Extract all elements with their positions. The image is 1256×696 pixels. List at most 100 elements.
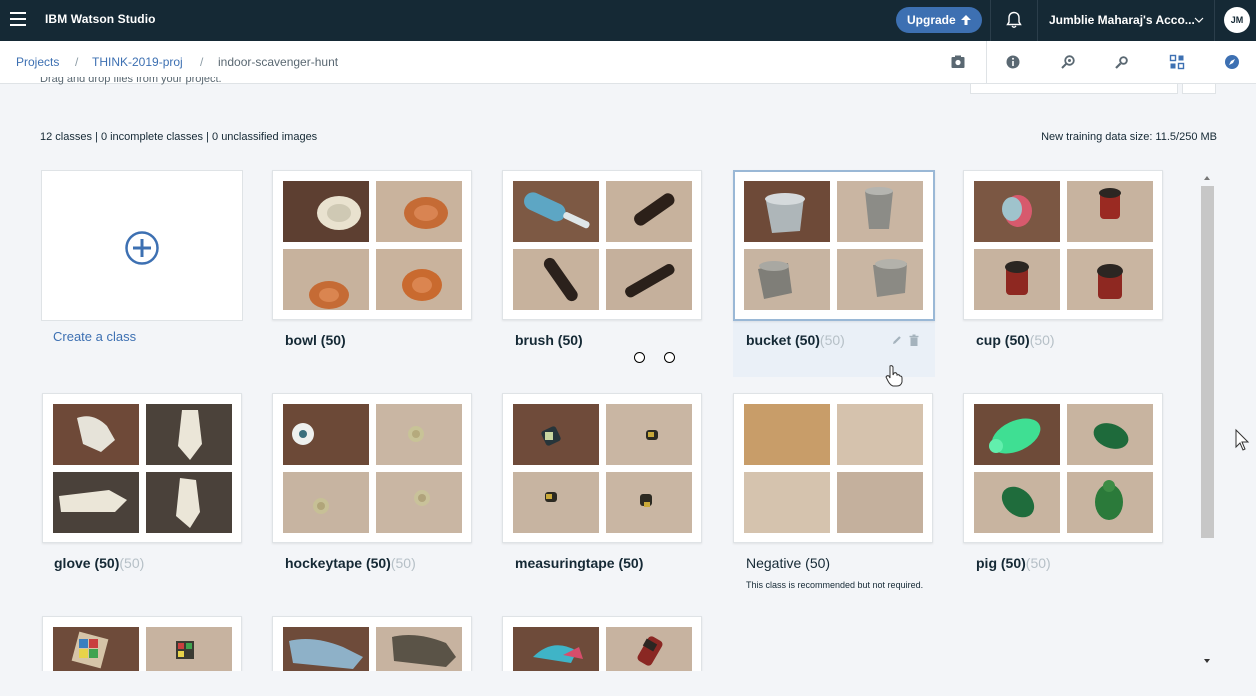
create-class-card[interactable] xyxy=(41,170,243,321)
class-card-measuringtape[interactable] xyxy=(502,393,702,543)
upgrade-button[interactable]: Upgrade xyxy=(896,7,982,33)
class-label-measuringtape[interactable]: measuringtape (50) xyxy=(515,555,643,571)
thumbnail xyxy=(146,472,232,533)
breadcrumb-project[interactable]: THINK-2019-proj xyxy=(92,55,183,69)
thumbnail xyxy=(606,249,692,310)
delete-icon[interactable] xyxy=(908,334,920,347)
breadcrumb-current: indoor-scavenger-hunt xyxy=(218,55,339,69)
page-bottom xyxy=(0,671,1256,696)
bell-icon[interactable] xyxy=(1004,10,1024,30)
class-label-hockeytape[interactable]: hockeytape (50)(50) xyxy=(285,555,416,571)
thumbnail xyxy=(376,627,462,671)
divider xyxy=(990,0,991,41)
find-icon[interactable] xyxy=(1060,54,1076,70)
breadcrumb-projects[interactable]: Projects xyxy=(16,55,59,69)
screenshot-icon[interactable] xyxy=(950,54,966,70)
thumbnail xyxy=(513,181,599,242)
class-label-brush[interactable]: brush (50) xyxy=(515,332,583,348)
chevron-down-icon[interactable] xyxy=(1194,15,1204,25)
breadcrumb-separator: / xyxy=(200,55,204,69)
class-summary: 12 classes | 0 incomplete classes | 0 un… xyxy=(40,131,318,143)
thumbnail xyxy=(513,472,599,533)
thumbnail xyxy=(837,472,923,533)
thumbnail xyxy=(283,627,369,671)
menu-icon[interactable] xyxy=(10,12,26,26)
negative-note: This class is recommended but not requir… xyxy=(746,580,924,590)
recording-dot xyxy=(664,352,675,363)
avatar[interactable]: JM xyxy=(1224,7,1250,33)
scroll-up-arrow-icon[interactable] xyxy=(1202,174,1212,182)
thumbnail xyxy=(744,181,830,242)
class-card-bowl[interactable] xyxy=(272,170,472,320)
arrow-cursor-icon xyxy=(1235,428,1250,451)
class-label-cup[interactable]: cup (50)(50) xyxy=(976,332,1055,348)
thumbnail xyxy=(513,249,599,310)
thumbnail xyxy=(283,472,369,533)
thumbnail xyxy=(974,472,1060,533)
class-card-negative[interactable] xyxy=(733,393,933,543)
thumbnail xyxy=(283,249,369,310)
code-icon[interactable] xyxy=(1169,54,1185,70)
thumbnail xyxy=(1067,181,1153,242)
class-label-bowl[interactable]: bowl (50) xyxy=(285,332,346,348)
thumbnail xyxy=(974,404,1060,465)
brand-title[interactable]: IBM Watson Studio xyxy=(45,12,156,26)
scroll-down-arrow-icon[interactable] xyxy=(1202,657,1212,665)
thumbnail xyxy=(146,404,232,465)
thumbnail xyxy=(606,472,692,533)
thumbnail xyxy=(53,627,139,671)
class-card-pig[interactable] xyxy=(963,393,1163,543)
thumbnail xyxy=(837,249,923,310)
create-class-link[interactable]: Create a class xyxy=(53,329,136,344)
thumbnail xyxy=(513,627,599,671)
compass-icon[interactable] xyxy=(1224,54,1240,70)
thumbnail xyxy=(744,249,830,310)
thumbnail xyxy=(837,404,923,465)
class-card-brush[interactable] xyxy=(502,170,702,320)
thumbnail xyxy=(1067,249,1153,310)
thumbnail xyxy=(53,404,139,465)
scrollbar-thumb[interactable] xyxy=(1201,186,1214,538)
thumbnail xyxy=(53,472,139,533)
divider xyxy=(1037,0,1038,41)
class-card-bucket[interactable] xyxy=(733,170,935,321)
thumbnail xyxy=(513,404,599,465)
add-icon xyxy=(125,231,159,265)
class-card-hockeytape[interactable] xyxy=(272,393,472,543)
thumbnail xyxy=(1067,404,1153,465)
training-data-size: New training data size: 11.5/250 MB xyxy=(1041,131,1217,143)
drag-drop-hint: Drag and drop files from your project. xyxy=(40,77,222,85)
thumbnail xyxy=(606,181,692,242)
thumbnail xyxy=(376,472,462,533)
breadcrumb-separator: / xyxy=(75,55,79,69)
panel-cut xyxy=(970,84,1178,94)
thumbnail xyxy=(283,404,369,465)
thumbnail xyxy=(376,404,462,465)
thumbnail xyxy=(376,249,462,310)
class-label-pig[interactable]: pig (50)(50) xyxy=(976,555,1051,571)
class-card-cup[interactable] xyxy=(963,170,1163,320)
divider xyxy=(1214,0,1215,41)
top-bar: IBM Watson Studio Upgrade Jumblie Mahara… xyxy=(0,0,1256,41)
arrow-up-icon xyxy=(961,15,971,25)
thumbnail xyxy=(974,249,1060,310)
thumbnail xyxy=(606,404,692,465)
class-label-negative[interactable]: Negative (50) xyxy=(746,555,830,571)
thumbnail xyxy=(146,627,232,671)
panel-cut xyxy=(1182,84,1216,94)
thumbnail xyxy=(376,181,462,242)
account-switcher[interactable]: Jumblie Maharaj's Acco... xyxy=(1049,13,1195,27)
thumbnail xyxy=(837,181,923,242)
thumbnail xyxy=(744,472,830,533)
thumbnail xyxy=(1067,472,1153,533)
class-label-bucket[interactable]: bucket (50)(50) xyxy=(746,332,845,348)
upgrade-label: Upgrade xyxy=(907,13,956,27)
class-card-glove[interactable] xyxy=(42,393,242,543)
hover-highlight xyxy=(733,320,935,377)
thumbnail xyxy=(606,627,692,671)
info-icon[interactable] xyxy=(1005,54,1021,70)
edit-icon[interactable] xyxy=(891,334,903,346)
class-label-glove[interactable]: glove (50)(50) xyxy=(54,555,144,571)
thumbnail xyxy=(744,404,830,465)
search-icon[interactable] xyxy=(1114,54,1130,70)
